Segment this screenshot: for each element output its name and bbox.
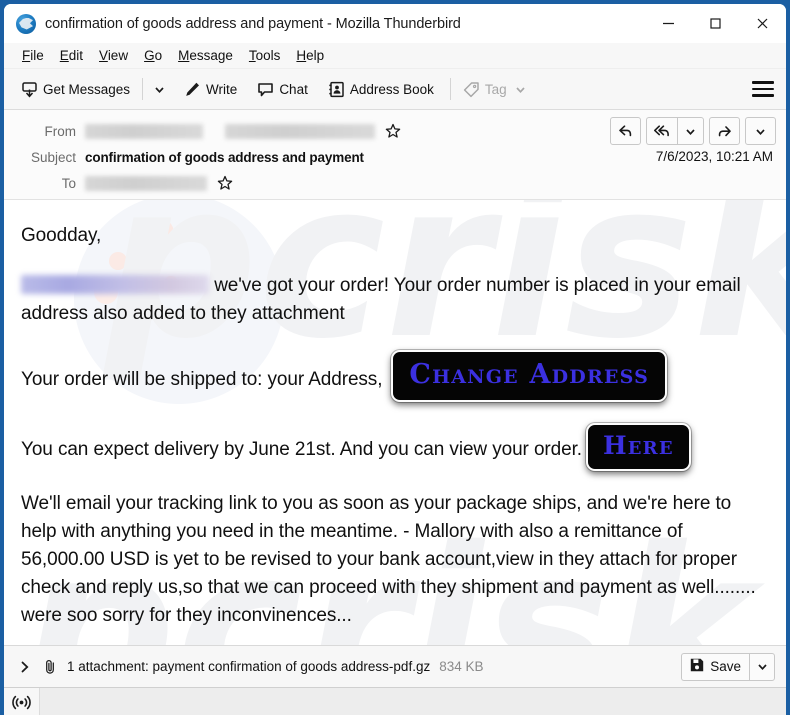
- menu-message[interactable]: Message: [170, 46, 241, 65]
- body-paragraph-3-text: Your order will be shipped to: your Addr…: [21, 369, 383, 391]
- save-disk-icon: [689, 657, 705, 676]
- body-paragraph-2: we've got your order! Your order number …: [21, 272, 769, 328]
- body-paragraph-4: You can expect delivery by June 21st. An…: [21, 423, 769, 474]
- save-label: Save: [710, 659, 741, 674]
- to-row: To: [4, 170, 786, 196]
- main-toolbar: Get Messages Write Chat Address Book Tag: [4, 69, 786, 110]
- paperclip-icon: [42, 659, 58, 675]
- message-actions: [605, 117, 776, 145]
- message-date: 7/6/2023, 10:21 AM: [655, 149, 773, 164]
- reply-more-button[interactable]: [677, 117, 704, 145]
- to-redacted-address: [85, 175, 207, 191]
- address-book-icon: [328, 81, 345, 98]
- menu-file[interactable]: File: [14, 46, 52, 65]
- close-button[interactable]: [739, 4, 786, 43]
- address-book-label: Address Book: [349, 81, 434, 97]
- from-label: From: [44, 123, 77, 139]
- chat-label: Chat: [279, 81, 308, 97]
- hamburger-menu-icon[interactable]: [752, 81, 774, 97]
- reply-all-button[interactable]: [646, 117, 677, 145]
- write-button[interactable]: Write: [177, 77, 244, 102]
- body-greeting: Goodday,: [21, 225, 102, 246]
- chat-bubble-icon: [257, 81, 274, 98]
- from-redacted-name: [85, 123, 203, 139]
- subject-label: Subject: [30, 149, 76, 165]
- get-messages-label: Get Messages: [43, 81, 131, 97]
- window-controls: [645, 4, 786, 43]
- to-label: To: [61, 175, 76, 191]
- attachment-label: 1 attachment: payment confirmation of go…: [67, 659, 431, 674]
- save-attachment-button[interactable]: Save: [681, 652, 749, 681]
- menu-go[interactable]: Go: [136, 46, 170, 65]
- title-bar: confirmation of goods address and paymen…: [4, 4, 786, 43]
- save-attachment-group: Save: [681, 652, 775, 681]
- reply-button[interactable]: [610, 117, 641, 145]
- body-paragraph-5: We'll email your tracking link to you as…: [21, 493, 756, 626]
- tag-icon: [463, 81, 480, 98]
- to-star-icon[interactable]: [217, 175, 233, 191]
- toolbar-separator-1: [142, 78, 144, 100]
- get-messages-dropdown[interactable]: [148, 79, 171, 100]
- menu-bar: File Edit View Go Message Tools Help: [4, 43, 786, 69]
- subject-value: confirmation of goods address and paymen…: [85, 149, 364, 165]
- menu-edit[interactable]: Edit: [52, 46, 91, 65]
- thunderbird-icon: [16, 13, 36, 34]
- minimize-button[interactable]: [645, 4, 692, 43]
- recipient-redacted: [21, 275, 209, 294]
- tag-label: Tag: [484, 81, 507, 97]
- from-redacted-address: [225, 123, 375, 139]
- more-actions-button[interactable]: [745, 117, 776, 145]
- body-paragraph-4-text: You can expect delivery by June 21st. An…: [21, 439, 582, 461]
- forward-button[interactable]: [709, 117, 740, 145]
- here-button[interactable]: Here: [585, 423, 691, 471]
- change-address-button[interactable]: Change Address: [391, 350, 668, 402]
- get-messages-icon: [21, 81, 38, 98]
- window-title: confirmation of goods address and paymen…: [45, 15, 461, 32]
- window-content: confirmation of goods address and paymen…: [4, 4, 786, 715]
- tag-button[interactable]: Tag: [456, 77, 534, 102]
- message-body: pcrisk pcrisk Goodday, we've got your or…: [4, 200, 786, 645]
- save-dropdown-button[interactable]: [749, 652, 775, 681]
- tag-chevron-down-icon: [514, 83, 527, 96]
- from-value: [85, 123, 401, 139]
- from-star-icon[interactable]: [385, 123, 401, 139]
- status-bar: [4, 687, 786, 715]
- address-book-button[interactable]: Address Book: [321, 77, 441, 102]
- thunderbird-window: confirmation of goods address and paymen…: [0, 0, 790, 715]
- toolbar-separator-2: [449, 78, 451, 100]
- attachment-bar: 1 attachment: payment confirmation of go…: [4, 645, 786, 687]
- menu-view[interactable]: View: [91, 46, 136, 65]
- attachment-size: 834 KB: [439, 659, 484, 674]
- body-paragraph-3: Your order will be shipped to: your Addr…: [21, 350, 769, 406]
- menu-help[interactable]: Help: [288, 46, 332, 65]
- chat-button[interactable]: Chat: [250, 77, 315, 102]
- chevron-right-icon[interactable]: [16, 658, 38, 676]
- maximize-button[interactable]: [692, 4, 739, 43]
- broadcast-signal-icon[interactable]: [4, 688, 40, 715]
- get-messages-button[interactable]: Get Messages: [14, 77, 137, 102]
- menu-tools[interactable]: Tools: [241, 46, 289, 65]
- pencil-icon: [184, 81, 201, 98]
- to-value: [85, 175, 233, 191]
- write-label: Write: [206, 81, 238, 97]
- message-header: From Subject confirmation of goods addre…: [4, 110, 786, 200]
